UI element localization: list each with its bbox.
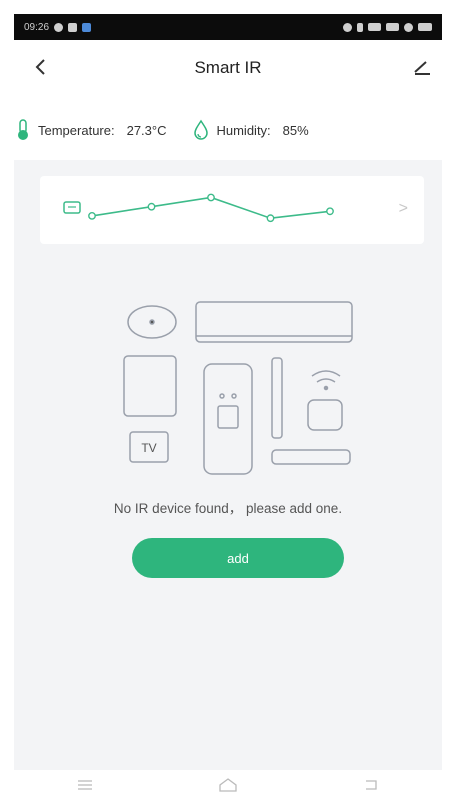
back-icon: [365, 780, 377, 790]
main-content: > TV No IR device found， please add one.…: [14, 160, 442, 770]
soundbar-icon: [271, 357, 283, 439]
wifi-icon: [311, 370, 341, 377]
trend-point: [147, 202, 156, 211]
chevron-left-icon: [35, 59, 45, 75]
app-icon-blue: [82, 22, 92, 32]
status-time: 09:26: [24, 21, 50, 33]
thermometer-icon: [18, 119, 28, 140]
humidity-value: 85%: [282, 122, 309, 138]
status-bar-right: [343, 22, 432, 32]
tv-label: TV: [141, 441, 156, 455]
trend-point: [326, 207, 334, 216]
humidity-label: Humidity:: [216, 122, 271, 138]
temperature-value: 27.3°C: [126, 122, 167, 138]
page-title: Smart IR: [194, 58, 262, 77]
pencil-icon: [414, 61, 430, 75]
trend-point: [88, 212, 96, 220]
projector-icon: [271, 449, 351, 465]
home-icon: [219, 778, 237, 792]
remote-control-icon: [203, 363, 253, 475]
temperature-label: Temperature:: [38, 122, 115, 138]
chevron-right-icon: >: [398, 200, 408, 217]
humidity-reading: Humidity: 85%: [192, 119, 309, 141]
trend-point: [266, 214, 275, 223]
temperature-reading: Temperature: 27.3°C: [14, 119, 166, 141]
trend-chart: [63, 193, 334, 223]
trend-point: [207, 193, 215, 202]
signal-icon: [368, 23, 381, 31]
location-icon: [343, 22, 352, 32]
home-button[interactable]: [208, 774, 248, 796]
menu-icon: [78, 780, 93, 790]
system-back-button[interactable]: [351, 774, 391, 796]
sensor-row: Temperature: 27.3°C Humidity: 85%: [14, 110, 442, 150]
status-bar: 09:26: [14, 14, 442, 40]
notification-icon: [54, 22, 64, 32]
add-device-button[interactable]: add: [132, 538, 344, 578]
nfc-icon: [357, 22, 363, 32]
app-icon: [68, 22, 78, 32]
device-illustration: TV: [123, 301, 353, 475]
empty-state-message: No IR device found， please add one.: [113, 501, 343, 516]
wifi-icon: [404, 22, 413, 32]
smart-plug-icon: [307, 399, 343, 431]
back-button[interactable]: [28, 54, 54, 80]
system-nav-bar: [14, 772, 442, 798]
edit-button[interactable]: [408, 54, 436, 80]
battery-icon: [418, 23, 432, 31]
menu-button[interactable]: [65, 774, 105, 796]
signal-icon: [386, 23, 399, 31]
app-header: Smart IR: [14, 48, 442, 88]
status-bar-left: 09:26: [24, 21, 92, 33]
trend-chart-card[interactable]: >: [40, 176, 424, 244]
set-top-box-icon: [123, 355, 177, 417]
droplet-icon: [194, 119, 209, 140]
